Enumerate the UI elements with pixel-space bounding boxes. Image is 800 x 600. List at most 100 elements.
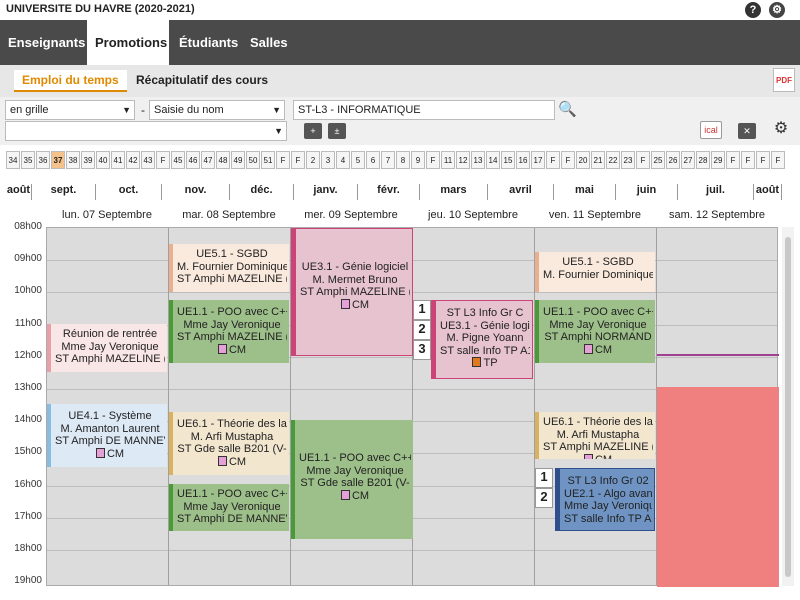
- week-cell[interactable]: 3: [321, 151, 335, 169]
- month-label[interactable]: août: [754, 184, 782, 200]
- week-cell[interactable]: 36: [36, 151, 50, 169]
- week-cell[interactable]: 20: [576, 151, 590, 169]
- month-label[interactable]: mai: [554, 184, 616, 200]
- week-cell[interactable]: 49: [231, 151, 245, 169]
- slot-number[interactable]: 2: [535, 488, 553, 508]
- week-cell[interactable]: 28: [696, 151, 710, 169]
- week-cell[interactable]: 9: [411, 151, 425, 169]
- week-cell[interactable]: 8: [396, 151, 410, 169]
- event-card[interactable]: UE1.1 - POO avec C++ Mme Jay Veronique ST …: [535, 300, 655, 363]
- week-cell[interactable]: 41: [111, 151, 125, 169]
- week-cell[interactable]: F: [276, 151, 290, 169]
- help-icon[interactable]: ?: [745, 2, 761, 18]
- week-cell[interactable]: 37: [51, 151, 65, 169]
- week-cell[interactable]: 12: [456, 151, 470, 169]
- week-cell[interactable]: 35: [21, 151, 35, 169]
- event-card[interactable]: UE6.1 - Théorie des lan M. Arfi Mustapha S…: [535, 412, 655, 459]
- month-label[interactable]: avril: [488, 184, 554, 200]
- slot-number[interactable]: 1: [413, 300, 431, 320]
- add-group-icon[interactable]: +: [304, 123, 322, 139]
- slot-number[interactable]: 3: [413, 340, 431, 360]
- month-label[interactable]: août: [6, 184, 32, 200]
- week-cell[interactable]: 38: [66, 151, 80, 169]
- week-cell[interactable]: 25: [651, 151, 665, 169]
- week-cell[interactable]: F: [771, 151, 785, 169]
- week-cell[interactable]: 42: [126, 151, 140, 169]
- week-cell[interactable]: F: [156, 151, 170, 169]
- week-cell[interactable]: F: [561, 151, 575, 169]
- week-cell[interactable]: F: [726, 151, 740, 169]
- month-label[interactable]: oct.: [96, 184, 162, 200]
- month-label[interactable]: nov.: [162, 184, 230, 200]
- event-card[interactable]: ST L3 Info Gr 02 UE2.1 - Algo avanc Mme Ja…: [555, 468, 655, 531]
- add-filter-icon[interactable]: ±: [328, 123, 346, 139]
- week-cell[interactable]: 27: [681, 151, 695, 169]
- week-cell[interactable]: 39: [81, 151, 95, 169]
- week-cell[interactable]: 23: [621, 151, 635, 169]
- event-card[interactable]: Réunion de rentrée Mme Jay Veronique ST Am…: [47, 324, 167, 372]
- gear-icon[interactable]: ⚙: [769, 2, 785, 18]
- week-cell[interactable]: 22: [606, 151, 620, 169]
- ical-icon[interactable]: ical: [700, 121, 722, 139]
- week-cell[interactable]: 26: [666, 151, 680, 169]
- event-card[interactable]: UE5.1 - SGBD M. Fournier Dominique: [535, 252, 655, 292]
- tab-salles[interactable]: Salles: [242, 20, 296, 65]
- event-card[interactable]: UE1.1 - POO avec C++ Mme Jay Veronique ST …: [291, 420, 413, 539]
- week-cell[interactable]: F: [756, 151, 770, 169]
- week-cell[interactable]: F: [426, 151, 440, 169]
- month-label[interactable]: déc.: [230, 184, 294, 200]
- week-cell[interactable]: 15: [501, 151, 515, 169]
- tab-recapitulatif[interactable]: Récapitulatif des cours: [136, 73, 268, 87]
- event-card[interactable]: UE5.1 - SGBD M. Fournier Dominique ST Amph…: [169, 244, 289, 292]
- week-cell[interactable]: F: [546, 151, 560, 169]
- week-cell[interactable]: 43: [141, 151, 155, 169]
- event-card[interactable]: UE1.1 - POO avec C++ Mme Jay Veronique ST …: [169, 300, 289, 363]
- week-cell[interactable]: F: [741, 151, 755, 169]
- week-cell[interactable]: 29: [711, 151, 725, 169]
- view-mode-select[interactable]: en grille ▼: [5, 100, 135, 120]
- week-cell[interactable]: 17: [531, 151, 545, 169]
- event-card[interactable]: ST L3 Info Gr C UE3.1 - Génie logic M. Pig…: [431, 300, 533, 379]
- event-card[interactable]: UE4.1 - Système M. Amanton Laurent ST Amph…: [47, 404, 167, 467]
- tab-promotions[interactable]: Promotions: [87, 20, 169, 65]
- week-cell[interactable]: 46: [186, 151, 200, 169]
- week-cell[interactable]: 4: [336, 151, 350, 169]
- week-cell[interactable]: 16: [516, 151, 530, 169]
- month-label[interactable]: juin: [616, 184, 678, 200]
- slot-number[interactable]: 1: [535, 468, 553, 488]
- week-cell[interactable]: 14: [486, 151, 500, 169]
- month-label[interactable]: sept.: [32, 184, 96, 200]
- tab-enseignants[interactable]: Enseignants: [0, 20, 93, 65]
- week-cell[interactable]: 51: [261, 151, 275, 169]
- scrollbar[interactable]: [782, 227, 794, 586]
- tab-etudiants[interactable]: Étudiants: [171, 20, 246, 65]
- week-cell[interactable]: 50: [246, 151, 260, 169]
- week-cell[interactable]: 40: [96, 151, 110, 169]
- tab-emploi-du-temps[interactable]: Emploi du temps: [14, 70, 127, 92]
- week-cell[interactable]: 11: [441, 151, 455, 169]
- pdf-icon[interactable]: PDF: [773, 68, 795, 92]
- clear-icon[interactable]: ✕: [738, 123, 756, 139]
- month-label[interactable]: mars: [420, 184, 488, 200]
- week-cell[interactable]: 34: [6, 151, 20, 169]
- week-cell[interactable]: 45: [171, 151, 185, 169]
- month-label[interactable]: févr.: [358, 184, 420, 200]
- slot-number[interactable]: 2: [413, 320, 431, 340]
- event-card[interactable]: UE3.1 - Génie logiciel M. Mermet Bruno ST …: [291, 228, 413, 356]
- group-input[interactable]: ST-L3 - INFORMATIQUE: [293, 100, 555, 120]
- event-card[interactable]: UE6.1 - Théorie des lan M. Arfi Mustapha S…: [169, 412, 289, 475]
- event-card[interactable]: UE1.1 - POO avec C++ Mme Jay Veronique ST …: [169, 484, 289, 531]
- week-cell[interactable]: 47: [201, 151, 215, 169]
- week-cell[interactable]: 21: [591, 151, 605, 169]
- week-cell[interactable]: 48: [216, 151, 230, 169]
- week-cell[interactable]: 2: [306, 151, 320, 169]
- week-cell[interactable]: 13: [471, 151, 485, 169]
- scrollbar-thumb[interactable]: [785, 237, 791, 577]
- name-mode-select[interactable]: Saisie du nom ▼: [149, 100, 285, 120]
- week-cell[interactable]: F: [636, 151, 650, 169]
- week-cell[interactable]: 5: [351, 151, 365, 169]
- week-cell[interactable]: F: [291, 151, 305, 169]
- week-cell[interactable]: 7: [381, 151, 395, 169]
- month-label[interactable]: janv.: [294, 184, 358, 200]
- secondary-select[interactable]: ▼: [5, 121, 287, 141]
